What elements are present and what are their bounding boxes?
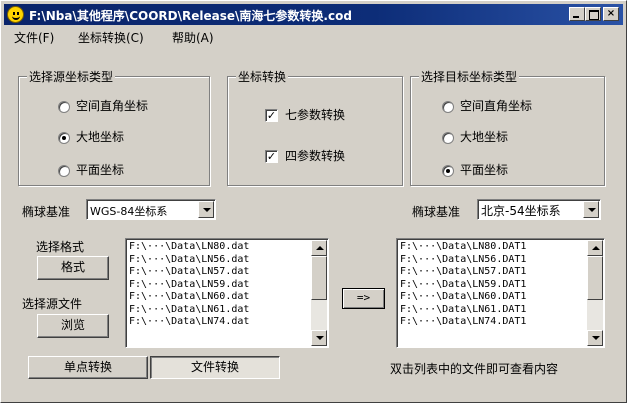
chevron-down-icon[interactable]	[198, 201, 214, 218]
source-label-cartesian[interactable]: 空间直角坐标	[76, 97, 148, 114]
source-radio-plane[interactable]	[58, 165, 70, 177]
source-label-plane[interactable]: 平面坐标	[76, 161, 124, 178]
list-item[interactable]: F:\···\Data\LN80.DAT1	[400, 241, 526, 254]
source-file-label: 选择源文件	[22, 297, 83, 311]
list-item[interactable]: F:\···\Data\LN80.dat	[129, 241, 249, 254]
target-file-list[interactable]: F:\···\Data\LN80.DAT1 F:\···\Data\LN56.D…	[396, 238, 605, 348]
list-item[interactable]: F:\···\Data\LN60.dat	[129, 291, 249, 304]
menu-coord-convert[interactable]: 坐标转换(C)	[78, 29, 144, 46]
list-item[interactable]: F:\···\Data\LN61.DAT1	[400, 304, 526, 317]
scroll-down-icon[interactable]	[587, 330, 603, 346]
source-type-group: 选择源坐标类型 空间直角坐标 大地坐标 平面坐标	[18, 68, 210, 186]
menu-bar: 文件(F) 坐标转换(C) 帮助(A)	[4, 26, 623, 46]
title-bar[interactable]: F:\Nba\其他程序\COORD\Release\南海七参数转换.cod ×	[4, 4, 623, 25]
transform-group-title: 坐标转换	[236, 68, 289, 85]
four-param-label[interactable]: 四参数转换	[285, 147, 345, 164]
seven-param-checkbox[interactable]: ✓	[265, 109, 278, 122]
source-file-list[interactable]: F:\···\Data\LN80.dat F:\···\Data\LN56.da…	[125, 238, 329, 348]
source-radio-cartesian[interactable]	[58, 101, 70, 113]
list-item[interactable]: F:\···\Data\LN57.DAT1	[400, 266, 526, 279]
target-type-group-title: 选择目标坐标类型	[419, 68, 520, 85]
source-ellipsoid-select[interactable]: WGS-84坐标系	[86, 199, 216, 220]
source-ellipsoid-value: WGS-84坐标系	[90, 205, 168, 218]
list-item[interactable]: F:\···\Data\LN59.dat	[129, 279, 249, 292]
target-ellipsoid-label: 椭球基准	[412, 205, 461, 219]
seven-param-label[interactable]: 七参数转换	[285, 106, 345, 123]
target-radio-geodetic[interactable]	[442, 132, 454, 144]
transform-group: 坐标转换 ✓ 七参数转换 ✓ 四参数转换	[227, 68, 403, 186]
format-button[interactable]: 格式	[37, 256, 109, 280]
single-point-convert-button[interactable]: 单点转换	[28, 356, 148, 379]
target-ellipsoid-value: 北京-54坐标系	[481, 204, 561, 218]
four-param-checkbox[interactable]: ✓	[265, 150, 278, 163]
target-label-plane[interactable]: 平面坐标	[460, 161, 508, 178]
target-ellipsoid-select[interactable]: 北京-54坐标系	[477, 199, 601, 220]
menu-file[interactable]: 文件(F)	[14, 29, 54, 46]
browse-button[interactable]: 浏览	[37, 314, 109, 338]
main-window: F:\Nba\其他程序\COORD\Release\南海七参数转换.cod × …	[0, 0, 627, 403]
target-radio-cartesian[interactable]	[442, 101, 454, 113]
close-button[interactable]: ×	[603, 7, 619, 21]
source-list-scrollbar[interactable]	[311, 240, 327, 346]
list-item[interactable]: F:\···\Data\LN56.DAT1	[400, 254, 526, 267]
hint-text: 双击列表中的文件即可查看内容	[390, 362, 559, 376]
target-type-group: 选择目标坐标类型 空间直角坐标 大地坐标 平面坐标	[410, 68, 605, 186]
list-item[interactable]: F:\···\Data\LN57.dat	[129, 266, 249, 279]
source-radio-geodetic[interactable]	[58, 132, 70, 144]
chevron-down-icon[interactable]	[583, 201, 599, 218]
transfer-arrow-button[interactable]: =>	[342, 288, 385, 309]
scroll-thumb[interactable]	[587, 256, 603, 300]
source-ellipsoid-label: 椭球基准	[22, 205, 71, 219]
target-list-scrollbar[interactable]	[587, 240, 603, 346]
scroll-down-icon[interactable]	[311, 330, 327, 346]
target-label-geodetic[interactable]: 大地坐标	[460, 128, 508, 145]
source-type-group-title: 选择源坐标类型	[27, 68, 116, 85]
maximize-button[interactable]	[585, 7, 601, 21]
list-item[interactable]: F:\···\Data\LN56.dat	[129, 254, 249, 267]
minimize-button[interactable]	[569, 7, 585, 21]
file-convert-button[interactable]: 文件转换	[150, 356, 280, 379]
scroll-up-icon[interactable]	[587, 240, 603, 256]
list-item[interactable]: F:\···\Data\LN74.dat	[129, 316, 249, 329]
list-item[interactable]: F:\···\Data\LN61.dat	[129, 304, 249, 317]
scroll-up-icon[interactable]	[311, 240, 327, 256]
list-item[interactable]: F:\···\Data\LN59.DAT1	[400, 279, 526, 292]
list-item[interactable]: F:\···\Data\LN60.DAT1	[400, 291, 526, 304]
target-radio-plane[interactable]	[442, 165, 454, 177]
source-label-geodetic[interactable]: 大地坐标	[76, 128, 124, 145]
list-item[interactable]: F:\···\Data\LN74.DAT1	[400, 316, 526, 329]
format-label: 选择格式	[36, 240, 85, 254]
smiley-app-icon	[7, 6, 24, 23]
scroll-thumb[interactable]	[311, 256, 327, 300]
target-label-cartesian[interactable]: 空间直角坐标	[460, 97, 532, 114]
window-title: F:\Nba\其他程序\COORD\Release\南海七参数转换.cod	[29, 9, 352, 23]
menu-help[interactable]: 帮助(A)	[172, 29, 214, 46]
